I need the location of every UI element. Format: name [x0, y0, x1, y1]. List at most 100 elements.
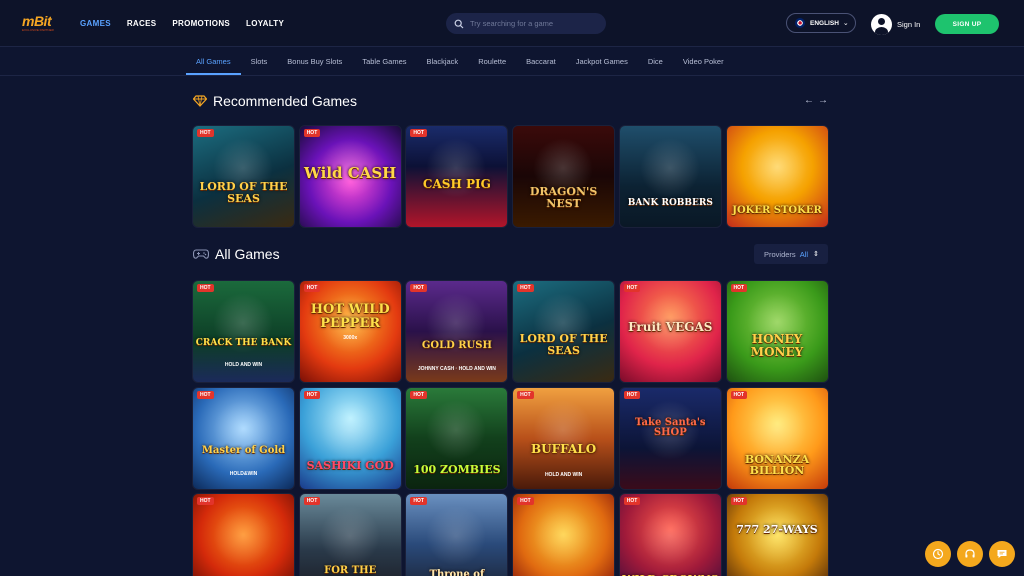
nav-promotions[interactable]: PROMOTIONS — [172, 19, 230, 28]
nav-races[interactable]: RACES — [127, 19, 157, 28]
search-input[interactable] — [470, 19, 600, 28]
card-artwork — [213, 506, 273, 566]
hot-badge: HOT — [410, 129, 427, 137]
recommended-heading: Recommended Games — [193, 93, 357, 109]
hot-badge: HOT — [730, 284, 748, 292]
tab-slots[interactable]: Slots — [241, 48, 278, 75]
logo-text: mBit — [22, 13, 52, 29]
all-game-9-card[interactable]: HOT 100 ZOMBIES — [406, 387, 508, 489]
all-game-11-card[interactable]: HOT Take Santa's SHOP — [619, 387, 721, 489]
user-avatar-icon — [871, 13, 892, 35]
sign-in-button[interactable]: Sign In — [871, 13, 920, 35]
game-subtitle: HOLD AND WIN — [544, 472, 583, 479]
game-title: Take Santa's SHOP — [635, 416, 706, 438]
game-title: JOKER STOKER — [732, 205, 822, 216]
game-title: Fruit VEGAS — [628, 320, 713, 334]
hot-badge: HOT — [410, 497, 427, 505]
language-selector[interactable]: ENGLISH ⌄ — [786, 13, 856, 33]
nav-games[interactable]: GAMES — [80, 19, 111, 28]
game-title: LORD OF THE SEAS — [199, 180, 288, 205]
all-game-7-card[interactable]: HOT Master of Gold HOLD&WIN — [193, 387, 294, 489]
all-game-4-card[interactable]: HOT LORD OF THE SEAS — [513, 281, 615, 382]
all-game-13-card[interactable]: HOTHOT SLOT — [193, 494, 294, 576]
tab-table-games[interactable]: Table Games — [352, 48, 416, 75]
hot-badge: HOT — [197, 497, 214, 505]
recommended-game-2-card[interactable]: HOT Wild CASH — [299, 126, 401, 227]
recommended-game-3-card[interactable]: HOT CASH PIG — [406, 126, 508, 227]
mbit-logo[interactable]: mBit EXCLUSIVE PARTNER — [22, 14, 62, 34]
category-tabs: All Games Slots Bonus Buy Slots Table Ga… — [186, 48, 734, 75]
card-artwork — [639, 138, 700, 198]
game-subtitle: JOHNNY CASH · HOLD AND WIN — [417, 366, 496, 372]
all-game-6-card[interactable]: HOT HONEY MONEY — [726, 281, 828, 382]
support-button[interactable] — [957, 541, 983, 567]
top-header: mBit EXCLUSIVE PARTNER GAMES RACES PROMO… — [0, 0, 1024, 47]
all-game-10-card[interactable]: HOT BUFFALO HOLD AND WIN — [513, 387, 615, 489]
all-game-17-card[interactable]: HOTWILD CROWNS — [619, 494, 721, 576]
game-title: CASH PIG — [422, 177, 491, 191]
hot-badge: HOT — [517, 497, 534, 505]
game-title: Throne of Camelot — [429, 569, 485, 576]
nav-loyalty[interactable]: LOYALTY — [246, 19, 284, 28]
game-title: Wild CASH — [304, 164, 397, 182]
card-artwork — [426, 399, 487, 460]
recommended-game-6-card[interactable]: JOKER STOKER — [726, 126, 828, 227]
sort-updown-icon: ⇕ — [813, 251, 819, 258]
uk-flag-icon — [795, 18, 805, 28]
tab-dice[interactable]: Dice — [638, 48, 673, 75]
tab-jackpot-games[interactable]: Jackpot Games — [566, 48, 638, 75]
card-artwork — [533, 506, 594, 566]
recommended-game-1-card[interactable]: HOT LORD OF THE SEAS — [193, 126, 294, 227]
all-game-15-card[interactable]: HOT Throne of Camelot — [406, 494, 508, 576]
game-title: HOT WILD PEPPER — [310, 302, 390, 331]
hot-badge: HOT — [303, 129, 321, 137]
hot-badge: HOT — [303, 390, 321, 399]
search-icon — [454, 19, 464, 28]
arrow-right-icon[interactable]: → — [818, 95, 828, 106]
logo-tagline: EXCLUSIVE PARTNER — [22, 28, 54, 32]
tab-blackjack[interactable]: Blackjack — [417, 48, 469, 75]
all-game-2-card[interactable]: HOT HOT WILD PEPPER 3000x — [299, 281, 401, 382]
all-game-14-card[interactable]: HOT FOR THE REALM! — [299, 494, 401, 576]
sign-up-button[interactable]: SIGN UP — [935, 14, 999, 34]
game-title: LORD OF THE SEAS — [519, 332, 608, 357]
game-title: BANK ROBBERS — [627, 198, 713, 208]
arrow-left-icon[interactable]: ← — [804, 95, 814, 106]
providers-label: Providers — [764, 249, 796, 259]
tab-baccarat[interactable]: Baccarat — [516, 48, 566, 75]
game-title: CRACK THE BANK — [195, 338, 292, 348]
card-artwork — [319, 399, 380, 460]
all-game-1-card[interactable]: HOT CRACK THE BANK HOLD AND WIN — [193, 281, 294, 382]
all-game-16-card[interactable]: HOTLUCKY COINS — [513, 494, 615, 576]
gamepad-icon — [193, 249, 209, 259]
diamond-icon — [193, 95, 207, 107]
all-game-12-card[interactable]: HOT BONANZA BILLION — [726, 387, 828, 489]
recommended-game-4-card[interactable]: DRAGON'S NEST — [513, 126, 615, 227]
carousel-arrows: ← → — [804, 95, 828, 106]
tab-all-games[interactable]: All Games — [186, 48, 241, 75]
tab-bonus-buy-slots[interactable]: Bonus Buy Slots — [277, 48, 352, 75]
tab-roulette[interactable]: Roulette — [468, 48, 516, 75]
game-title: 777 27-WAYS — [736, 523, 818, 536]
game-title: BUFFALO — [531, 441, 597, 456]
search-bar[interactable] — [446, 13, 606, 34]
game-title: GOLD RUSH — [421, 340, 492, 351]
all-game-8-card[interactable]: HOT SASHIKI GOD — [299, 387, 401, 489]
providers-filter[interactable]: Providers All ⇕ — [754, 244, 828, 264]
all-game-3-card[interactable]: HOT GOLD RUSH JOHNNY CASH · HOLD AND WIN — [406, 281, 508, 382]
hot-badge: HOT — [197, 129, 214, 137]
recommended-game-5-card[interactable]: BANK ROBBERS — [619, 126, 721, 227]
card-artwork — [426, 506, 487, 566]
all-game-5-card[interactable]: HOT Fruit VEGAS — [619, 281, 721, 382]
card-artwork — [639, 506, 700, 566]
main-nav: GAMES RACES PROMOTIONS LOYALTY — [80, 0, 300, 47]
game-subtitle: HOLD&WIN — [229, 470, 258, 477]
all-game-18-card[interactable]: HOT 777 27-WAYS — [726, 494, 828, 576]
game-subtitle: HOLD AND WIN — [224, 361, 263, 368]
game-title: HONEY MONEY — [750, 332, 804, 359]
tab-video-poker[interactable]: Video Poker — [673, 48, 734, 75]
history-button[interactable] — [925, 541, 951, 567]
card-artwork — [319, 506, 380, 566]
chat-button[interactable] — [989, 541, 1015, 567]
recommended-title: Recommended Games — [213, 93, 357, 109]
